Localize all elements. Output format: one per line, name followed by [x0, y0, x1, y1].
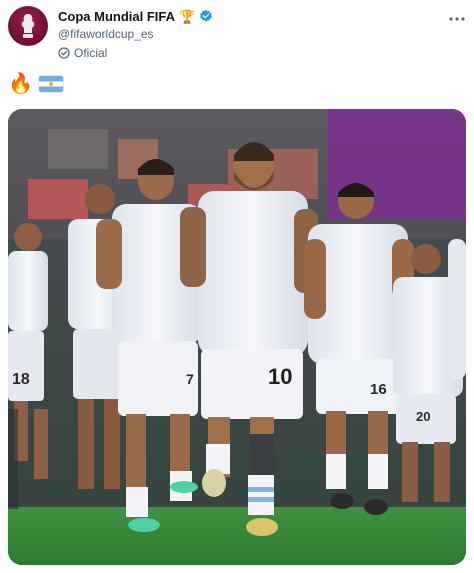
trophy-emoji: 🏆 [179, 8, 196, 24]
avatar[interactable] [8, 6, 48, 46]
verified-badge-icon [199, 9, 213, 23]
fifa-world-cup-logo [21, 14, 35, 38]
shirt-number-7: 7 [186, 371, 194, 387]
official-label-text: Oficial [74, 46, 108, 60]
display-name[interactable]: Copa Mundial FIFA [58, 9, 175, 24]
football-players-photo: 18 7 10 16 20 [8, 109, 466, 565]
shirt-number-16: 16 [370, 381, 387, 398]
tweet-header: Copa Mundial FIFA 🏆 @fifaworldcup_es Ofi… [8, 6, 466, 60]
tweet-text: 🔥 [8, 74, 63, 94]
handle[interactable]: @fifaworldcup_es [58, 27, 436, 41]
more-options-icon[interactable] [448, 10, 466, 26]
argentina-flag-icon [38, 76, 63, 92]
official-label: Oficial [58, 46, 436, 60]
fire-emoji: 🔥 [8, 73, 33, 95]
verified-check-circle-icon [58, 47, 70, 59]
shirt-number-20: 20 [416, 409, 430, 424]
tweet-photo[interactable]: 18 7 10 16 20 [8, 109, 466, 565]
shirt-number-18: 18 [12, 371, 30, 388]
shirt-number-10: 10 [268, 364, 292, 389]
